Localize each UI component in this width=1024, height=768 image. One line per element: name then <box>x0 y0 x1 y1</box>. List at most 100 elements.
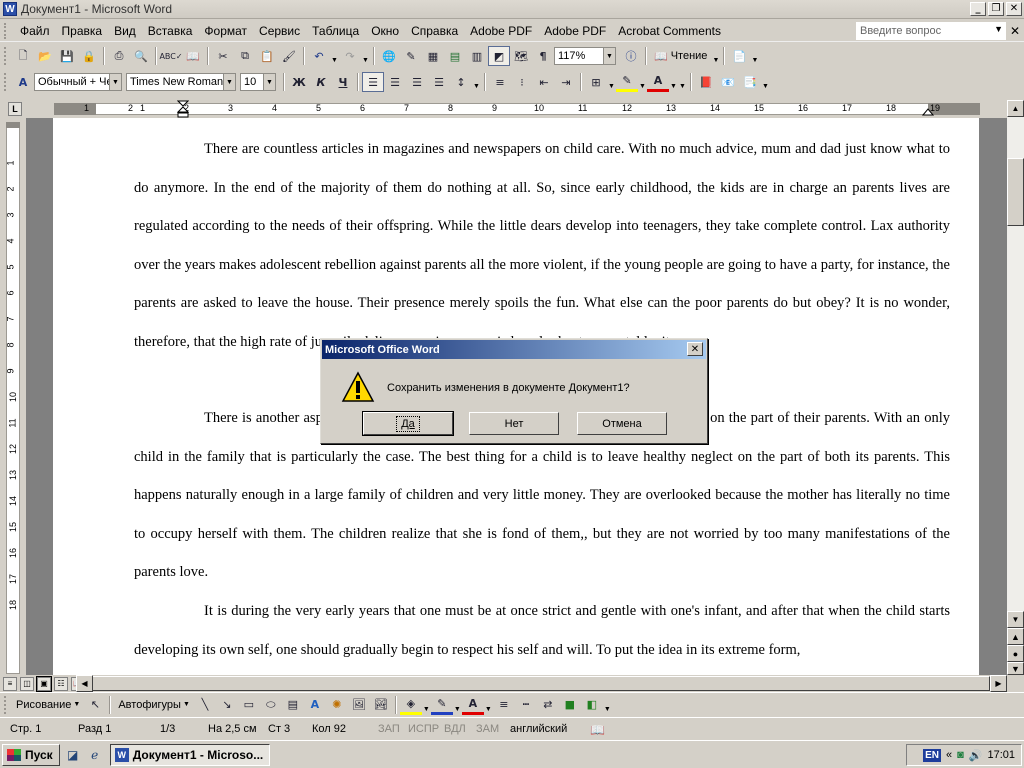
oval-icon[interactable]: ⬭ <box>260 695 282 715</box>
convert-pdf-icon[interactable]: 📕 <box>695 72 717 92</box>
hyperlink-icon[interactable]: 🌐 <box>378 46 400 66</box>
font-color-draw-icon[interactable]: A <box>461 695 484 715</box>
italic-button[interactable]: К <box>310 72 332 92</box>
scroll-down-icon[interactable]: ▼ <box>1007 611 1024 628</box>
close-document-icon[interactable]: ✕ <box>1010 24 1020 38</box>
web-view-icon[interactable]: ◫ <box>20 676 34 691</box>
borders-icon[interactable]: ⊞ <box>585 72 607 92</box>
align-right-icon[interactable]: ☰ <box>406 72 428 92</box>
chevron-down-icon[interactable]: ▼ <box>603 48 615 64</box>
tab-selector[interactable]: L <box>8 102 22 116</box>
spelling-status-icon[interactable]: 📖 <box>590 723 605 737</box>
font-color-icon[interactable]: A <box>647 72 669 92</box>
menu-adobe-pdf-1[interactable]: Adobe PDF <box>464 24 538 38</box>
insert-picture-icon[interactable]: 🏞 <box>370 695 392 715</box>
toolbar-options-icon-4[interactable]: ▼ <box>761 72 770 92</box>
research-icon[interactable]: 📖 <box>182 46 204 66</box>
browse-object-icon[interactable]: ● <box>1007 645 1024 662</box>
numbering-icon[interactable]: ≡ <box>489 72 511 92</box>
draw-menu[interactable]: Рисование ▼ <box>12 699 84 711</box>
scroll-up-icon[interactable]: ▲ <box>1007 100 1024 117</box>
chevron-down-icon[interactable]: ▼ <box>263 74 275 90</box>
menu-format[interactable]: Формат <box>198 24 253 38</box>
autoshapes-menu[interactable]: Автофигуры ▼ <box>114 699 194 711</box>
dialog-close-icon[interactable]: ✕ <box>687 342 703 356</box>
clock[interactable]: 17:01 <box>987 749 1015 761</box>
select-objects-icon[interactable]: ↖ <box>84 695 106 715</box>
outline-view-icon[interactable]: ☷ <box>54 676 68 691</box>
drawing-icon[interactable]: ◩ <box>488 46 510 66</box>
line-color-dropdown-icon[interactable]: ▼ <box>453 695 462 715</box>
fill-color-dropdown-icon[interactable]: ▼ <box>422 695 431 715</box>
internet-explorer-icon[interactable]: ℯ <box>86 746 104 764</box>
document-paragraph-1[interactable]: There are countless articles in magazine… <box>134 130 950 361</box>
dash-style-icon[interactable]: ┅ <box>515 695 537 715</box>
underline-button[interactable]: Ч <box>332 72 354 92</box>
show-hide-icon[interactable]: ¶ <box>532 46 554 66</box>
bold-button[interactable]: Ж <box>288 72 310 92</box>
font-color-draw-dropdown-icon[interactable]: ▼ <box>484 695 493 715</box>
horizontal-ruler[interactable]: L 1 2 1 2 3 4 5 6 7 8 9 10 11 12 13 14 1… <box>0 100 1024 118</box>
normal-view-icon[interactable]: ≡ <box>3 676 17 691</box>
document-map-icon[interactable]: 🗺 <box>510 46 532 66</box>
show-desktop-icon[interactable]: ◪ <box>64 746 82 764</box>
toolbar-options-icon-3[interactable]: ▼ <box>678 72 687 92</box>
diagram-icon[interactable]: ✺ <box>326 695 348 715</box>
undo-dropdown-icon[interactable]: ▼ <box>330 46 339 66</box>
word-app-icon[interactable]: W <box>3 2 17 16</box>
borders-dropdown-icon[interactable]: ▼ <box>607 72 616 92</box>
undo-icon[interactable]: ↶ <box>308 46 330 66</box>
decrease-indent-icon[interactable]: ⇤ <box>533 72 555 92</box>
permission-icon[interactable]: 🔒 <box>78 46 100 66</box>
no-button[interactable]: Нет <box>469 412 559 435</box>
vertical-ruler[interactable]: 1 2 3 4 5 6 7 8 9 10 11 12 13 14 15 16 1… <box>0 120 26 676</box>
menu-acrobat-comments[interactable]: Acrobat Comments <box>612 24 727 38</box>
redo-icon[interactable]: ↷ <box>339 46 361 66</box>
convert-pdf-email-icon[interactable]: 📧 <box>717 72 739 92</box>
font-select[interactable]: Times New Roman ▼ <box>126 73 236 91</box>
highlight-icon[interactable]: ✎ <box>616 72 638 92</box>
chevron-down-icon[interactable]: ▼ <box>223 74 235 90</box>
scroll-left-icon[interactable]: ◀ <box>76 675 93 692</box>
justify-icon[interactable]: ☰ <box>428 72 450 92</box>
rectangle-icon[interactable]: ▭ <box>238 695 260 715</box>
align-left-icon[interactable]: ☰ <box>362 72 384 92</box>
toolbar-options-icon-5[interactable]: ▼ <box>603 695 612 715</box>
open-folder-icon[interactable]: 📂 <box>34 46 56 66</box>
minimize-button[interactable]: _ <box>970 2 986 16</box>
right-indent-marker-icon[interactable] <box>922 106 934 116</box>
text-box-icon[interactable]: ▤ <box>282 695 304 715</box>
restore-button[interactable]: ❐ <box>988 2 1004 16</box>
menu-edit[interactable]: Правка <box>56 24 109 38</box>
highlight-dropdown-icon[interactable]: ▼ <box>638 72 647 92</box>
insert-excel-icon[interactable]: ▤ <box>444 46 466 66</box>
pdf-convert-icon[interactable]: 📄 <box>728 46 750 66</box>
help-icon[interactable]: ⓘ <box>620 46 642 66</box>
toolbar-grip[interactable] <box>4 47 8 65</box>
styles-formatting-icon[interactable]: A <box>12 72 34 92</box>
insert-table-icon[interactable]: ▦ <box>422 46 444 66</box>
arrow-style-icon[interactable]: ⇄ <box>537 695 559 715</box>
format-painter-icon[interactable]: 🖌 <box>278 46 300 66</box>
cancel-button[interactable]: Отмена <box>577 412 667 435</box>
volume-icon[interactable]: 🔊 <box>969 749 983 762</box>
vertical-scrollbar[interactable]: ▲ ▼ ▲ ● ▼ <box>1007 100 1024 675</box>
zoom-select[interactable]: 117% ▼ <box>554 47 616 65</box>
language-indicator[interactable]: EN <box>923 748 941 762</box>
toolbar-options-icon-2[interactable]: ▼ <box>750 46 759 66</box>
menu-table[interactable]: Таблица <box>306 24 365 38</box>
status-overtype[interactable]: ЗАМ <box>476 723 499 735</box>
cut-icon[interactable]: ✂ <box>212 46 234 66</box>
tray-expand-icon[interactable]: « <box>946 749 952 761</box>
menu-grip[interactable] <box>4 22 8 39</box>
menu-tools[interactable]: Сервис <box>253 24 306 38</box>
style-select[interactable]: Обычный + Че ▼ <box>34 73 122 91</box>
bullets-icon[interactable]: ⁝ <box>511 72 533 92</box>
menu-adobe-pdf-2[interactable]: Adobe PDF <box>538 24 612 38</box>
line-color-icon[interactable]: ✎ <box>430 695 453 715</box>
menu-insert[interactable]: Вставка <box>142 24 199 38</box>
paste-icon[interactable]: 📋 <box>256 46 278 66</box>
toolbar-options-icon[interactable]: ▼ <box>711 46 720 66</box>
increase-indent-icon[interactable]: ⇥ <box>555 72 577 92</box>
print-layout-icon[interactable]: ▣ <box>36 675 52 692</box>
